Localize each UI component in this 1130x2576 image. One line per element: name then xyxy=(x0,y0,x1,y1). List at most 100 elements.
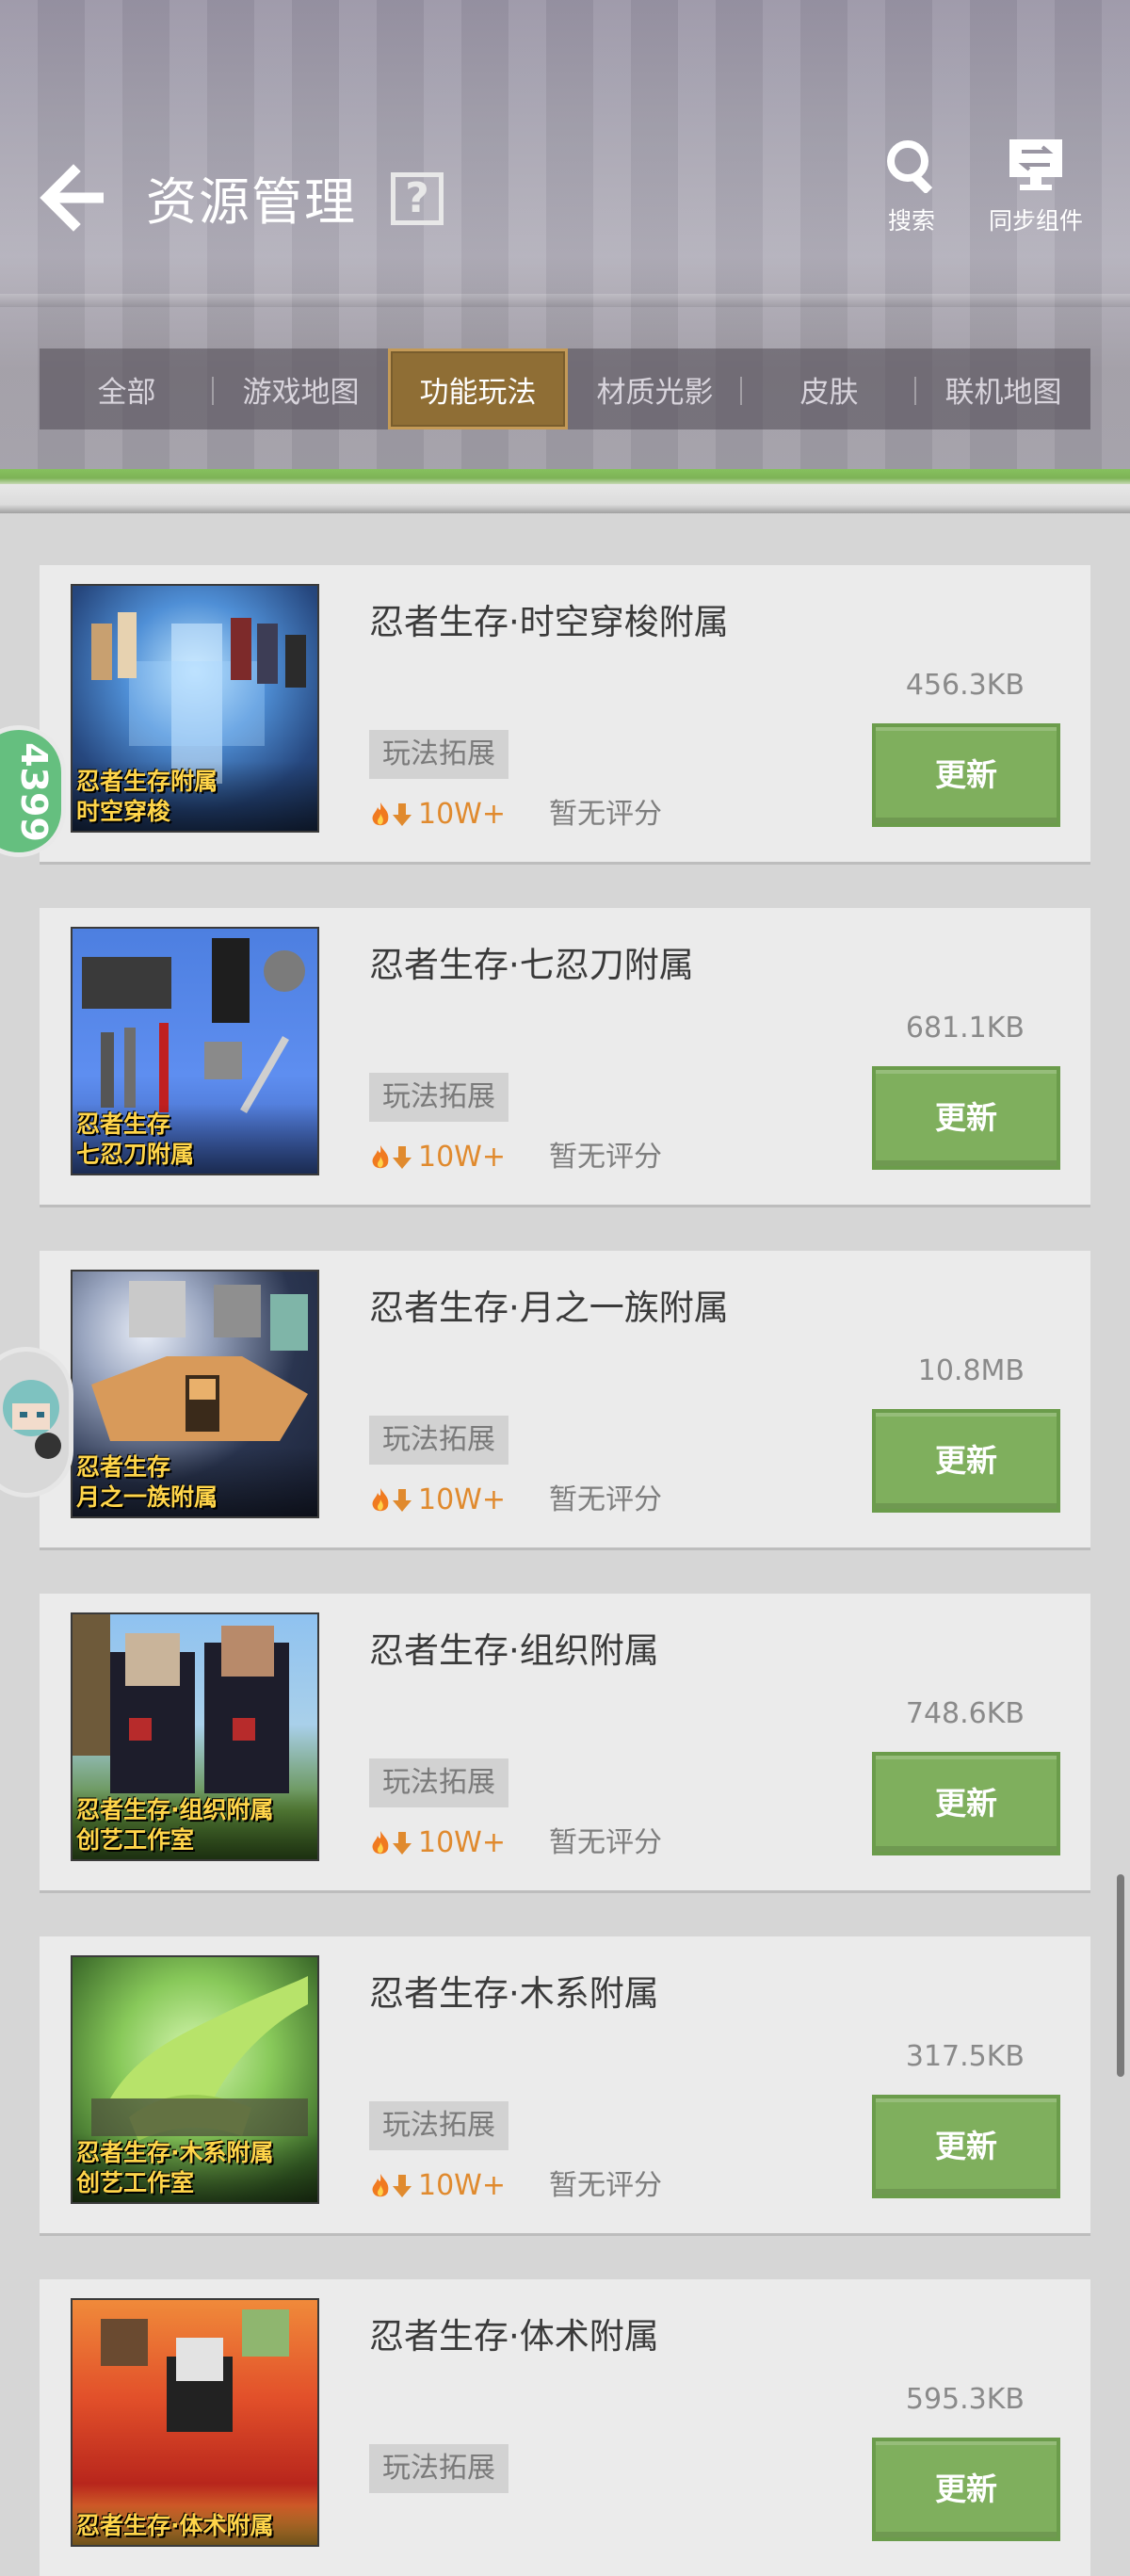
category-tabs: 全部 游戏地图 功能玩法 材质光影 皮肤 联机地图 xyxy=(40,348,1090,429)
search-label: 搜索 xyxy=(887,207,935,235)
tab-gameplay[interactable]: 功能玩法 xyxy=(388,348,568,429)
resource-title: 忍者生存·木系附属 xyxy=(369,1973,659,2014)
thumbnail-caption: 忍者生存 七忍刀附属 xyxy=(73,1104,317,1174)
resource-stats: 10W+ 暂无评分 xyxy=(369,1139,662,1176)
resource-tag: 玩法拓展 xyxy=(369,730,508,779)
page-title: 资源管理 xyxy=(146,172,357,232)
thumbnail-caption: 忍者生存·体术附属 xyxy=(73,2505,317,2545)
tab-label: 功能玩法 xyxy=(419,375,537,410)
resource-card[interactable]: 忍者生存·体术附属 忍者生存·体术附属 595.3KB 玩法拓展 更新 xyxy=(40,2279,1090,2576)
resource-stats: 10W+ 暂无评分 xyxy=(369,1482,662,1519)
download-count: 10W+ xyxy=(418,798,506,831)
help-icon: ? xyxy=(405,174,429,222)
resource-tag: 玩法拓展 xyxy=(369,1416,508,1465)
resource-tag: 玩法拓展 xyxy=(369,2101,508,2150)
sync-components-label: 同步组件 xyxy=(988,207,1083,235)
tab-textures-shaders[interactable]: 材质光影 xyxy=(568,348,742,429)
tab-label: 游戏地图 xyxy=(242,375,360,410)
resource-size: 681.1KB xyxy=(905,1012,1025,1045)
resource-stats: 10W+ 暂无评分 xyxy=(369,2167,662,2205)
download-count: 10W+ xyxy=(418,2169,506,2202)
resource-size: 595.3KB xyxy=(905,2383,1025,2416)
update-button[interactable]: 更新 xyxy=(872,1066,1060,1170)
tab-label: 联机地图 xyxy=(944,375,1062,410)
resource-size: 317.5KB xyxy=(905,2040,1025,2073)
resource-size: 10.8MB xyxy=(917,1354,1025,1387)
download-arrow-icon xyxy=(393,2175,412,2197)
resource-title: 忍者生存·月之一族附属 xyxy=(369,1288,729,1328)
fire-icon xyxy=(372,1145,389,1169)
fire-icon xyxy=(372,2174,389,2197)
topbar-divider xyxy=(0,294,1130,307)
tab-game-maps[interactable]: 游戏地图 xyxy=(214,348,388,429)
floating-assistant-badge[interactable]: 4399 xyxy=(0,725,66,857)
thumbnail-caption: 忍者生存·组织附属 创艺工作室 xyxy=(73,1790,317,1859)
thumbnail-caption: 忍者生存附属 时空穿梭 xyxy=(73,761,317,831)
floating-avatar[interactable] xyxy=(0,1347,73,1498)
resource-size: 748.6KB xyxy=(905,1697,1025,1730)
tab-multiplayer-maps[interactable]: 联机地图 xyxy=(916,348,1090,429)
thumbnail-caption: 忍者生存·木系附属 创艺工作室 xyxy=(73,2132,317,2202)
rating-text: 暂无评分 xyxy=(548,1483,662,1516)
download-count: 10W+ xyxy=(418,1483,506,1516)
resource-thumbnail: 忍者生存·体术附属 xyxy=(71,2298,319,2547)
resource-size: 456.3KB xyxy=(905,669,1025,702)
resource-thumbnail: 忍者生存·组织附属 创艺工作室 xyxy=(71,1612,319,1861)
tab-label: 材质光影 xyxy=(596,375,714,410)
resource-tag: 玩法拓展 xyxy=(369,1073,508,1122)
update-button[interactable]: 更新 xyxy=(872,1752,1060,1855)
floating-badge-text: 4399 xyxy=(12,742,55,842)
avatar-icon xyxy=(3,1380,61,1459)
resource-stats: 10W+ 暂无评分 xyxy=(369,796,662,834)
resource-card[interactable]: 忍者生存附属 时空穿梭 忍者生存·时空穿梭附属 456.3KB 玩法拓展 10W… xyxy=(40,565,1090,862)
header-accent-line xyxy=(0,469,1130,484)
resource-thumbnail: 忍者生存·木系附属 创艺工作室 xyxy=(71,1955,319,2204)
search-icon xyxy=(887,140,933,193)
resource-title: 忍者生存·七忍刀附属 xyxy=(369,945,694,985)
rating-text: 暂无评分 xyxy=(548,1826,662,1859)
sync-monitor-icon xyxy=(1009,139,1062,190)
download-arrow-icon xyxy=(393,1489,412,1512)
resource-card[interactable]: 忍者生存 月之一族附属 忍者生存·月之一族附属 10.8MB 玩法拓展 10W+… xyxy=(40,1251,1090,1547)
update-button[interactable]: 更新 xyxy=(872,2438,1060,2541)
fire-icon xyxy=(372,802,389,826)
download-arrow-icon xyxy=(393,1146,412,1169)
header-banner: 资源管理 ? 搜索 同步组件 全部 游戏地图 功能玩法 材质光影 皮肤 联机地图 xyxy=(0,0,1130,513)
resource-title: 忍者生存·体术附属 xyxy=(369,2316,659,2357)
resource-title: 忍者生存·时空穿梭附属 xyxy=(369,602,729,642)
download-count: 10W+ xyxy=(418,1826,506,1859)
back-arrow-icon xyxy=(40,164,104,232)
resource-thumbnail: 忍者生存附属 时空穿梭 xyxy=(71,584,319,833)
rating-text: 暂无评分 xyxy=(548,2169,662,2202)
tab-all[interactable]: 全部 xyxy=(40,348,214,429)
fire-icon xyxy=(372,1831,389,1855)
download-arrow-icon xyxy=(393,1832,412,1855)
thumbnail-caption: 忍者生存 月之一族附属 xyxy=(73,1447,317,1516)
header-shadow-strip xyxy=(0,484,1130,513)
resource-thumbnail: 忍者生存 七忍刀附属 xyxy=(71,927,319,1175)
update-button[interactable]: 更新 xyxy=(872,2095,1060,2198)
scrollbar-thumb[interactable] xyxy=(1117,1874,1124,2077)
resource-thumbnail: 忍者生存 月之一族附属 xyxy=(71,1270,319,1518)
download-arrow-icon xyxy=(393,803,412,826)
update-button[interactable]: 更新 xyxy=(872,1409,1060,1513)
resource-card[interactable]: 忍者生存·木系附属 创艺工作室 忍者生存·木系附属 317.5KB 玩法拓展 1… xyxy=(40,1936,1090,2233)
resource-stats: 10W+ 暂无评分 xyxy=(369,1824,662,1862)
rating-text: 暂无评分 xyxy=(548,798,662,831)
resource-card[interactable]: 忍者生存·组织附属 创艺工作室 忍者生存·组织附属 748.6KB 玩法拓展 1… xyxy=(40,1594,1090,1890)
download-count: 10W+ xyxy=(418,1141,506,1174)
resource-title: 忍者生存·组织附属 xyxy=(369,1630,659,1671)
tab-label: 皮肤 xyxy=(799,375,859,410)
fire-icon xyxy=(372,1488,389,1512)
help-button[interactable]: ? xyxy=(391,172,444,225)
update-button[interactable]: 更新 xyxy=(872,723,1060,827)
tab-skins[interactable]: 皮肤 xyxy=(742,348,916,429)
resource-card[interactable]: 忍者生存 七忍刀附属 忍者生存·七忍刀附属 681.1KB 玩法拓展 10W+ … xyxy=(40,908,1090,1205)
tab-label: 全部 xyxy=(97,375,156,410)
sync-components-button[interactable]: 同步组件 xyxy=(970,137,1102,236)
rating-text: 暂无评分 xyxy=(548,1141,662,1174)
resource-tag: 玩法拓展 xyxy=(369,1758,508,1807)
search-button[interactable]: 搜索 xyxy=(846,137,977,236)
resource-tag: 玩法拓展 xyxy=(369,2444,508,2493)
back-button[interactable] xyxy=(38,160,113,235)
